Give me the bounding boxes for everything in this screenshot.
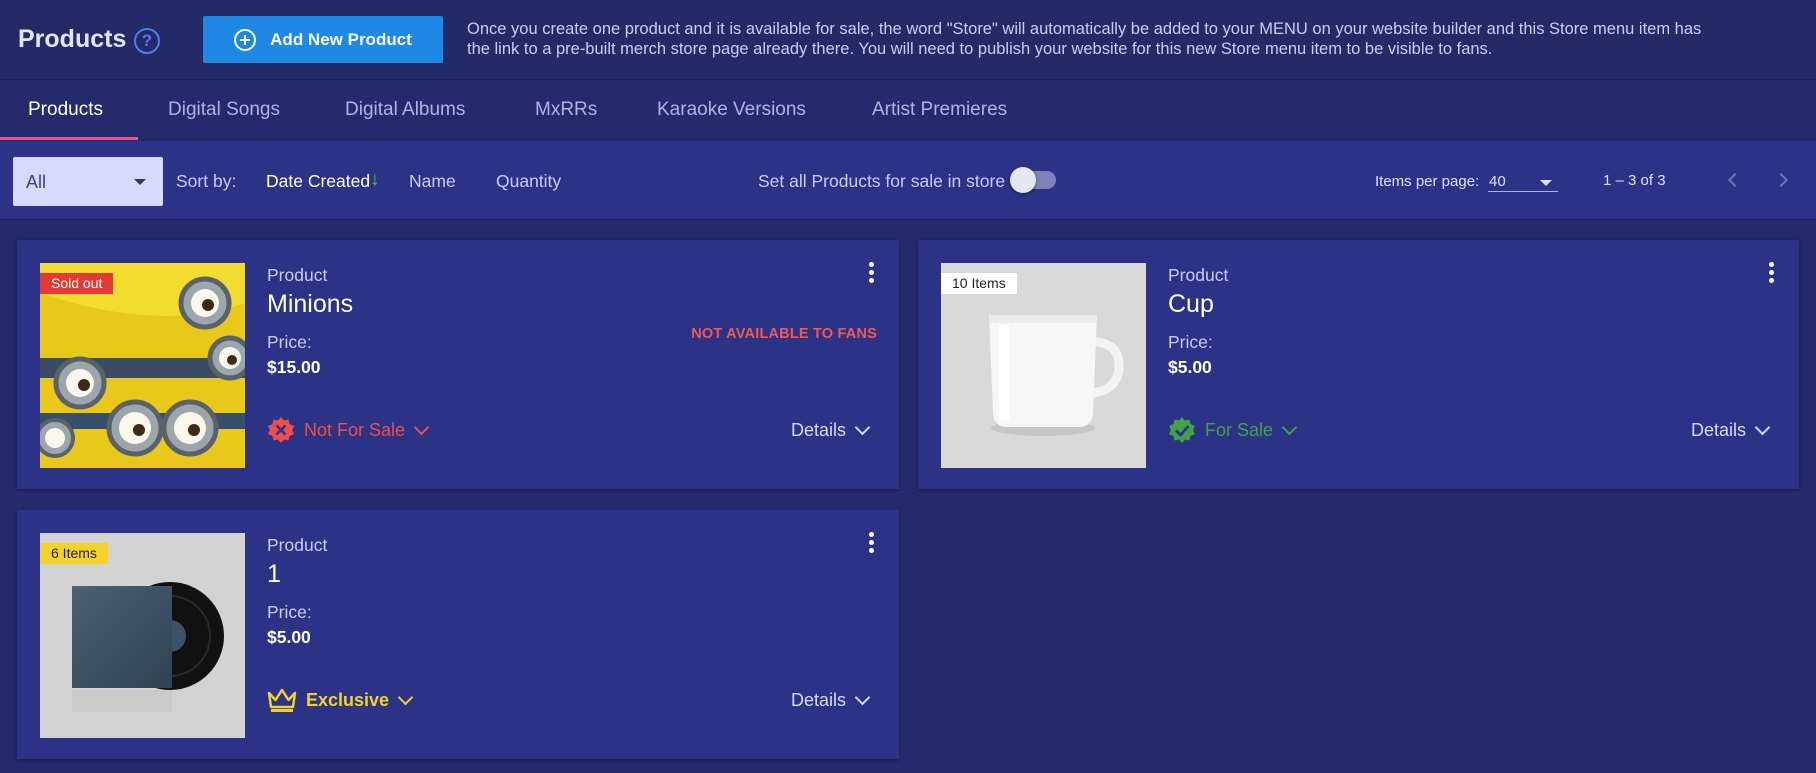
next-page-button[interactable] <box>1772 169 1794 191</box>
more-options-icon[interactable] <box>863 262 879 286</box>
previous-page-button[interactable] <box>1722 169 1744 191</box>
active-tab-indicator <box>0 137 138 140</box>
items-per-page-value: 40 <box>1489 173 1506 190</box>
product-price: $5.00 <box>267 627 311 647</box>
sale-status-dropdown[interactable]: For Sale <box>1168 415 1298 445</box>
price-label: Price: <box>267 332 312 352</box>
details-toggle[interactable]: Details <box>1690 415 1771 445</box>
add-new-product-button[interactable]: Add New Product <box>203 16 443 63</box>
details-label: Details <box>1690 419 1746 440</box>
filter-select[interactable]: All <box>13 157 163 206</box>
items-count-badge: 10 Items <box>941 273 1017 294</box>
caret-down-icon <box>134 179 146 185</box>
sold-out-badge: Sold out <box>40 273 114 294</box>
chevron-down-icon <box>1754 419 1771 435</box>
sort-name[interactable]: Name <box>409 171 456 192</box>
product-image-minions[interactable]: Sold out <box>40 263 245 468</box>
chevron-down-icon <box>1281 419 1298 435</box>
tab-mxrrs[interactable]: MxRRs <box>535 99 597 121</box>
add-new-product-label: Add New Product <box>270 29 412 49</box>
product-type-label: Product <box>267 535 328 555</box>
not-available-warning: NOT AVAILABLE TO FANS <box>691 326 877 342</box>
product-card: 10 Items Product Cup Price: $5.00 For Sa… <box>918 240 1799 489</box>
product-card: 6 Items Product 1 Price: $5.00 Exclusive… <box>17 510 899 759</box>
filter-select-value: All <box>26 172 47 192</box>
toggle-knob <box>1010 167 1036 193</box>
caret-down-icon <box>1540 180 1552 186</box>
product-card: Sold out Product Minions Price: $15.00 N… <box>17 240 899 489</box>
product-name: Minions <box>267 290 354 318</box>
sale-status-label: For Sale <box>1205 419 1274 440</box>
product-price: $5.00 <box>1168 357 1212 377</box>
items-count-badge: 6 Items <box>40 543 108 564</box>
for-sale-check-icon <box>1169 417 1195 443</box>
set-all-for-sale-label: Set all Products for sale in store <box>758 171 1006 191</box>
not-for-sale-icon <box>268 417 294 443</box>
sort-date-created[interactable]: Date Created <box>266 171 370 192</box>
more-options-icon[interactable] <box>863 532 879 556</box>
sale-status-dropdown[interactable]: Exclusive <box>267 685 414 715</box>
chevron-down-icon <box>854 689 871 705</box>
price-label: Price: <box>1168 332 1213 352</box>
product-image-1[interactable]: 6 Items <box>40 533 245 738</box>
tab-artist-premieres[interactable]: Artist Premieres <box>872 99 1007 121</box>
sale-status-label: Exclusive <box>306 689 390 710</box>
tab-digital-songs[interactable]: Digital Songs <box>168 99 280 121</box>
items-per-page-label: Items per page: <box>1375 173 1480 190</box>
product-name: Cup <box>1168 290 1214 318</box>
sort-quantity[interactable]: Quantity <box>496 171 561 192</box>
page-header: Products ? Add New Product Once you crea… <box>0 0 1816 80</box>
chevron-down-icon <box>397 689 414 705</box>
tab-bar: Products Digital Songs Digital Albums Mx… <box>0 80 1816 140</box>
add-circle-icon <box>234 28 257 51</box>
product-type-label: Product <box>267 265 328 285</box>
product-price: $15.00 <box>267 357 321 377</box>
price-label: Price: <box>267 602 312 622</box>
product-name: 1 <box>267 560 281 588</box>
tab-products[interactable]: Products <box>28 99 103 121</box>
sale-status-dropdown[interactable]: Not For Sale <box>267 415 430 445</box>
product-type-label: Product <box>1168 265 1229 285</box>
sale-status-label: Not For Sale <box>304 419 406 440</box>
tab-digital-albums[interactable]: Digital Albums <box>345 99 465 121</box>
set-all-for-sale-toggle[interactable] <box>1010 167 1056 193</box>
products-toolbar: All Sort by: Date Created ↓ Name Quantit… <box>0 141 1816 220</box>
details-toggle[interactable]: Details <box>790 415 871 445</box>
chevron-down-icon <box>854 419 871 435</box>
chevron-right-icon <box>1779 172 1789 188</box>
help-icon[interactable]: ? <box>134 28 160 54</box>
page-title: Products <box>18 25 127 53</box>
details-label: Details <box>790 689 846 710</box>
tab-karaoke-versions[interactable]: Karaoke Versions <box>657 99 806 121</box>
chevron-down-icon <box>413 419 430 435</box>
items-per-page-select[interactable]: 40 <box>1488 166 1558 192</box>
details-toggle[interactable]: Details <box>790 685 871 715</box>
sort-by-label: Sort by: <box>176 171 237 191</box>
pagination-range: 1 – 3 of 3 <box>1603 172 1666 189</box>
product-image-cup[interactable]: 10 Items <box>941 263 1146 468</box>
details-label: Details <box>790 419 846 440</box>
chevron-left-icon <box>1727 172 1737 188</box>
more-options-icon[interactable] <box>1763 262 1779 286</box>
crown-icon <box>267 688 297 712</box>
sort-descending-arrow-icon[interactable]: ↓ <box>370 169 380 191</box>
store-info-text: Once you create one product and it is av… <box>467 20 1702 58</box>
